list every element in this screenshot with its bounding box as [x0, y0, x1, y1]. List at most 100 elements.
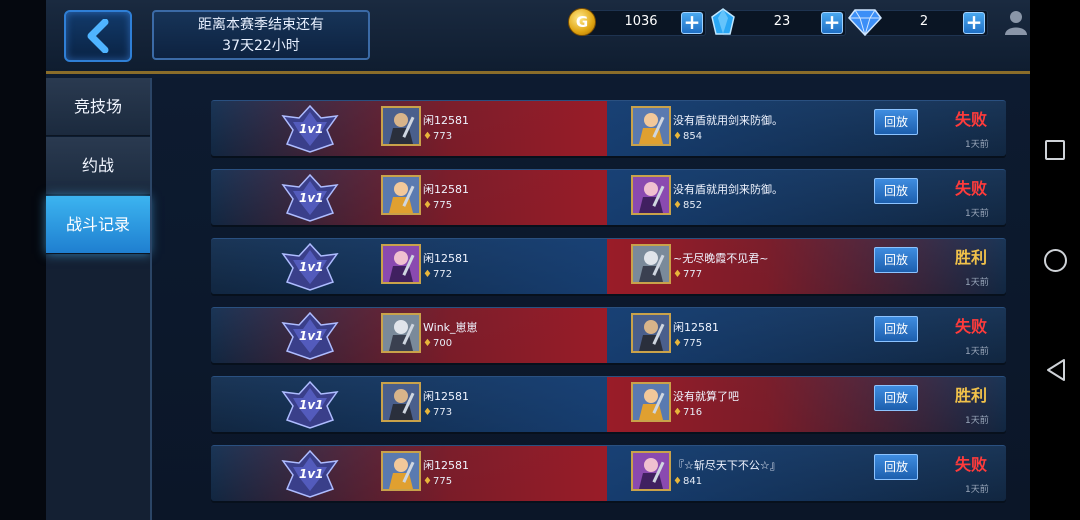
diamond-counter: 2 +	[864, 10, 988, 36]
replay-button[interactable]: 回放	[874, 247, 918, 273]
home-icon[interactable]	[1044, 249, 1067, 272]
badge-label: 1v1	[299, 467, 324, 481]
season-countdown-label: 距离本赛季结束还有	[198, 17, 324, 33]
player-score-right: ♦841	[673, 476, 702, 487]
player-score-left: ♦773	[423, 407, 452, 418]
add-diamond-button[interactable]: +	[963, 12, 985, 34]
side-navigation: 竞技场 约战 战斗记录	[46, 78, 150, 255]
sidebar-item-battle-records[interactable]: 战斗记录	[46, 196, 150, 254]
player-avatar-right[interactable]	[631, 244, 671, 284]
battle-record-row: 1v1 Wink_崽崽 ♦700 闲12581 ♦775 回放 失败 1天前	[211, 307, 1006, 363]
hero-portrait	[633, 453, 669, 489]
divider	[150, 78, 152, 520]
hero-portrait	[633, 384, 669, 420]
gold-value: 1036	[624, 14, 658, 29]
hero-portrait	[383, 108, 419, 144]
hero-portrait	[383, 177, 419, 213]
player-avatar-left[interactable]	[381, 451, 421, 491]
gold-coin-icon: G	[568, 8, 596, 36]
crystal-value: 23	[773, 14, 791, 29]
top-bar: 距离本赛季结束还有 37天22小时 1036 + G 23 + 2 +	[46, 0, 1030, 74]
replay-button[interactable]: 回放	[874, 316, 918, 342]
match-result: 失败	[955, 317, 988, 336]
game-screen: 距离本赛季结束还有 37天22小时 1036 + G 23 + 2 + 竞技场 …	[0, 0, 1030, 520]
player-name-right: 没有就算了吧	[673, 390, 739, 403]
left-margin	[0, 0, 46, 520]
player-score-left-value: 775	[432, 200, 453, 211]
replay-button[interactable]: 回放	[874, 109, 918, 135]
match-time: 1天前	[965, 140, 989, 150]
player-score-left: ♦775	[423, 476, 452, 487]
battle-record-row: 1v1 闲12581 ♦775 『☆斩尽天下不公☆』 ♦841 回放 失败 1天前	[211, 445, 1006, 501]
diamond-value: 2	[919, 14, 929, 29]
trophy-icon: ♦	[673, 407, 682, 418]
match-result: 失败	[955, 179, 988, 198]
player-score-right: ♦716	[673, 407, 702, 418]
hero-portrait	[633, 177, 669, 213]
player-name-right: ~无尽晚霞不见君~	[673, 252, 769, 265]
player-avatar-left[interactable]	[381, 175, 421, 215]
battle-record-row: 1v1 闲12581 ♦773 没有盾就用剑来防御。 ♦854 回放 失败 1天前	[211, 100, 1006, 156]
crystal-icon	[711, 8, 735, 35]
badge-label: 1v1	[299, 260, 324, 274]
trophy-icon: ♦	[423, 200, 432, 211]
sidebar-item-challenge[interactable]: 约战	[46, 137, 150, 195]
player-avatar-right[interactable]	[631, 451, 671, 491]
player-avatar-left[interactable]	[381, 382, 421, 422]
hero-portrait	[383, 246, 419, 282]
player-score-left: ♦773	[423, 131, 452, 142]
match-result: 胜利	[955, 386, 988, 405]
replay-button[interactable]: 回放	[874, 454, 918, 480]
trophy-icon: ♦	[423, 269, 432, 280]
player-avatar-left[interactable]	[381, 106, 421, 146]
player-score-right: ♦852	[673, 200, 702, 211]
player-name-right: 『☆斩尽天下不公☆』	[673, 459, 781, 472]
hero-portrait	[633, 108, 669, 144]
player-score-left: ♦775	[423, 200, 452, 211]
match-time: 1天前	[965, 347, 989, 357]
player-avatar-right[interactable]	[631, 175, 671, 215]
sidebar-item-arena[interactable]: 竞技场	[46, 78, 150, 136]
player-score-left-value: 775	[432, 476, 453, 487]
player-avatar-left[interactable]	[381, 244, 421, 284]
player-score-left-value: 773	[432, 131, 453, 142]
hero-portrait	[383, 315, 419, 351]
add-crystal-button[interactable]: +	[821, 12, 843, 34]
player-name-left: 闲12581	[423, 252, 469, 265]
player-score-right-value: 777	[682, 269, 703, 280]
profile-icon[interactable]	[1004, 10, 1028, 36]
player-name-left: 闲12581	[423, 114, 469, 127]
badge-label: 1v1	[299, 191, 324, 205]
back-button[interactable]	[64, 10, 132, 62]
player-avatar-right[interactable]	[631, 106, 671, 146]
player-score-left-value: 773	[432, 407, 453, 418]
player-score-left-value: 772	[432, 269, 453, 280]
player-name-left: 闲12581	[423, 183, 469, 196]
player-score-left: ♦772	[423, 269, 452, 280]
badge-label: 1v1	[299, 398, 324, 412]
badge-label: 1v1	[299, 329, 324, 343]
trophy-icon: ♦	[673, 476, 682, 487]
trophy-icon: ♦	[673, 338, 682, 349]
player-name-left: 闲12581	[423, 390, 469, 403]
player-score-right-value: 775	[682, 338, 703, 349]
player-avatar-right[interactable]	[631, 382, 671, 422]
player-score-left-value: 700	[432, 338, 453, 349]
match-time: 1天前	[965, 209, 989, 219]
replay-button[interactable]: 回放	[874, 385, 918, 411]
player-score-right-value: 841	[682, 476, 703, 487]
diamond-icon	[848, 9, 882, 36]
replay-button[interactable]: 回放	[874, 178, 918, 204]
battle-record-row: 1v1 闲12581 ♦772 ~无尽晚霞不见君~ ♦777 回放 胜利 1天前	[211, 238, 1006, 294]
recents-icon[interactable]	[1045, 140, 1065, 160]
player-avatar-right[interactable]	[631, 313, 671, 353]
back-icon[interactable]	[1045, 358, 1067, 382]
player-avatar-left[interactable]	[381, 313, 421, 353]
match-result: 失败	[955, 110, 988, 129]
match-time: 1天前	[965, 485, 989, 495]
player-score-right: ♦854	[673, 131, 702, 142]
match-result: 失败	[955, 455, 988, 474]
add-gold-button[interactable]: +	[681, 12, 703, 34]
battle-record-row: 1v1 闲12581 ♦775 没有盾就用剑来防御。 ♦852 回放 失败 1天前	[211, 169, 1006, 225]
player-name-left: Wink_崽崽	[423, 321, 478, 334]
